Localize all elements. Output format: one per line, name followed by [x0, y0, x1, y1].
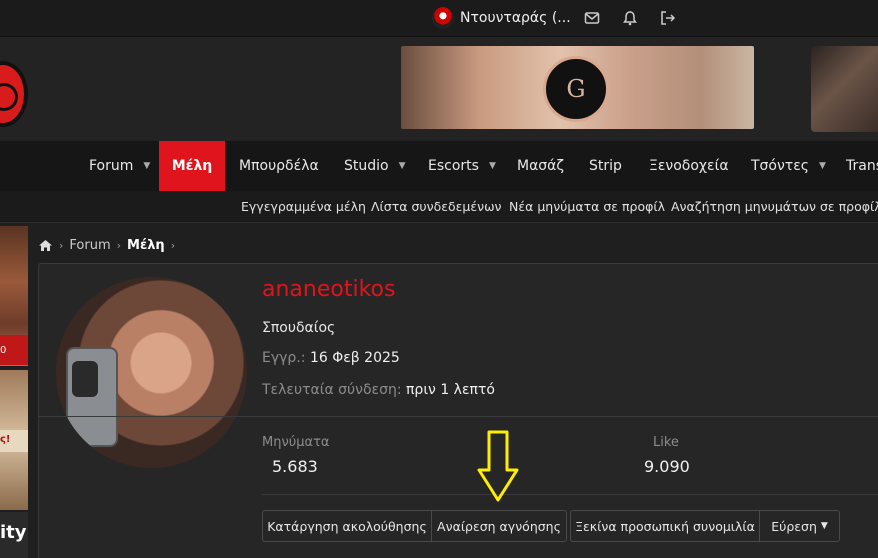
divider: [262, 494, 878, 495]
profile-avatar[interactable]: [56, 277, 247, 468]
caret-down-icon: ▼: [820, 521, 828, 531]
nav-escorts-label: Escorts: [428, 158, 479, 174]
nav-members[interactable]: Μέλη: [159, 141, 225, 191]
chevron-down-icon[interactable]: ▼: [489, 161, 496, 171]
nav-brothels-label: Μπουρδέλα: [239, 158, 319, 174]
start-conversation-button[interactable]: Ξεκίνα προσωπική συνομιλία: [570, 510, 760, 542]
profile-last-seen: Τελευταία σύνδεση: πριν 1 λεπτό: [262, 382, 495, 398]
stat-likes-value[interactable]: 9.090: [644, 457, 690, 476]
last-seen-value: πριν 1 λεπτό: [406, 382, 495, 398]
nav-hotels[interactable]: Ξενοδοχεία: [635, 141, 737, 191]
chevron-down-icon[interactable]: ▼: [819, 161, 826, 171]
nav-forum-label: Forum: [89, 158, 134, 174]
nav-videos-label: Τσόντες: [751, 158, 810, 174]
profile-joined: Εγγρ.: 16 Φεβ 2025: [262, 350, 400, 366]
nav-studio[interactable]: Studio ▼: [330, 141, 414, 191]
account-menu[interactable]: Ντουνταράς (...: [432, 6, 571, 30]
subnav-registered-members[interactable]: Εγγεγραμμένα μέλη: [241, 199, 366, 214]
breadcrumb-forum[interactable]: Forum: [69, 238, 110, 253]
sidebar-caption: ς!: [0, 430, 28, 452]
subnav-search-profile-posts[interactable]: Αναζήτηση μηνυμάτων σε προφίλ: [671, 199, 878, 214]
sidebar-thumbnail[interactable]: ity: [0, 512, 28, 558]
subnav-new-profile-posts[interactable]: Νέα μηνύματα σε προφίλ: [509, 199, 665, 214]
last-seen-label: Τελευταία σύνδεση:: [262, 382, 402, 398]
site-logo[interactable]: [0, 61, 28, 127]
nav-trans-label: Trans: [846, 158, 878, 174]
stat-messages-value[interactable]: 5.683: [272, 457, 318, 476]
nav-videos[interactable]: Τσόντες ▼: [737, 141, 832, 191]
sub-nav: Εγγεγραμμένα μέλη Λίστα συνδεδεμένων Νέα…: [0, 191, 878, 223]
site-header: G: [0, 37, 878, 141]
nav-members-label: Μέλη: [171, 158, 213, 174]
subnav-online-list[interactable]: Λίστα συνδεδεμένων: [371, 199, 502, 214]
annotation-arrow-icon: [477, 430, 519, 502]
breadcrumb: › Forum › Μέλη ›: [38, 236, 181, 254]
banner-logo: G: [543, 56, 609, 122]
nav-strip[interactable]: Strip: [575, 141, 635, 191]
bell-icon[interactable]: [622, 10, 638, 26]
divider: [39, 416, 878, 417]
joined-value: 16 Φεβ 2025: [309, 350, 400, 366]
nav-strip-label: Strip: [589, 158, 622, 174]
nav-hotels-label: Ξενοδοχεία: [649, 158, 729, 174]
account-name: Ντουνταράς (...: [460, 10, 571, 26]
nav-massage[interactable]: Μασάζ: [503, 141, 575, 191]
user-avatar: [432, 7, 454, 29]
profile-username[interactable]: ananeotikos: [262, 277, 395, 302]
stat-likes-label[interactable]: Like: [653, 435, 679, 450]
nav-massage-label: Μασάζ: [517, 158, 565, 174]
envelope-icon[interactable]: [584, 10, 600, 26]
nav-brothels[interactable]: Μπουρδέλα: [225, 141, 330, 191]
chevron-down-icon[interactable]: ▼: [399, 161, 406, 171]
stat-messages-label[interactable]: Μηνύματα: [262, 435, 329, 450]
main-nav: Forum ▼ Μέλη Μπουρδέλα Studio ▼ Escorts …: [0, 141, 878, 191]
avatar-image-detail: [72, 361, 98, 397]
joined-label: Εγγρ.:: [262, 350, 306, 366]
logout-icon[interactable]: [660, 10, 676, 26]
nav-trans[interactable]: Trans: [832, 141, 878, 191]
chevron-right-icon: ›: [116, 238, 122, 252]
find-button[interactable]: Εύρεση ▼: [759, 510, 840, 542]
unfollow-button[interactable]: Κατάργηση ακολούθησης: [262, 510, 432, 542]
advertisement-banner[interactable]: G: [401, 46, 754, 129]
home-icon[interactable]: [38, 239, 53, 252]
nav-studio-label: Studio: [344, 158, 389, 174]
chevron-right-icon: ›: [59, 238, 64, 252]
find-label: Εύρεση: [771, 518, 817, 534]
nav-forum[interactable]: Forum ▼: [75, 141, 159, 191]
advertisement-banner-secondary[interactable]: [811, 46, 878, 132]
chevron-down-icon[interactable]: ▼: [143, 161, 150, 171]
chevron-right-icon: ›: [170, 238, 176, 252]
sidebar-badge: 0: [0, 335, 28, 365]
profile-rank: Σπουδαίος: [262, 320, 336, 336]
unignore-button[interactable]: Αναίρεση αγνόησης: [431, 510, 567, 542]
nav-escorts[interactable]: Escorts ▼: [414, 141, 503, 191]
breadcrumb-members[interactable]: Μέλη: [127, 238, 165, 253]
top-bar: Ντουνταράς (...: [0, 0, 878, 37]
